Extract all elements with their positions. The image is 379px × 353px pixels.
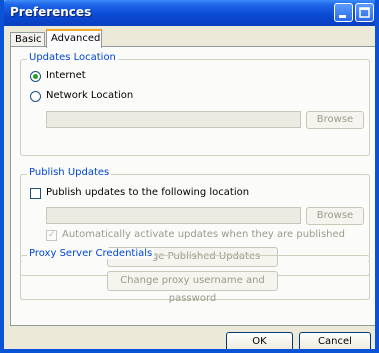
minimize-icon <box>339 15 346 18</box>
internet-label[interactable]: Internet <box>46 70 86 81</box>
network-location-label[interactable]: Network Location <box>46 90 133 101</box>
updates-location-group: Updates Location Internet Network Locati… <box>20 52 370 156</box>
ok-button[interactable]: OK <box>226 332 293 349</box>
preferences-window: Preferences Basic Advanced Updates Locat… <box>0 0 379 353</box>
publish-path-input[interactable] <box>46 207 301 224</box>
title-bar[interactable]: Preferences <box>4 0 375 26</box>
proxy-credentials-frame: Proxy Server Credentials Change proxy us… <box>20 248 370 304</box>
proxy-credentials-legend: Proxy Server Credentials <box>27 248 155 259</box>
publish-updates-label[interactable]: Publish updates to the following locatio… <box>46 187 249 198</box>
publish-browse-button[interactable]: Browse <box>306 207 364 225</box>
maximize-icon <box>359 7 370 18</box>
publish-updates-legend: Publish Updates <box>27 167 112 178</box>
radio-selected-dot <box>33 74 38 79</box>
network-location-path-input[interactable] <box>46 111 301 128</box>
checkmark-icon: ✓ <box>48 230 56 240</box>
cancel-button[interactable]: Cancel <box>299 332 371 349</box>
change-proxy-credentials-button[interactable]: Change proxy username and password <box>107 271 278 304</box>
network-location-radio[interactable] <box>30 91 41 102</box>
publish-updates-checkbox[interactable] <box>30 188 41 199</box>
auto-activate-label[interactable]: Automatically activate updates when they… <box>62 229 345 240</box>
updates-location-legend: Updates Location <box>27 52 118 63</box>
updates-browse-button[interactable]: Browse <box>306 111 364 129</box>
auto-activate-checkbox[interactable]: ✓ <box>46 230 57 241</box>
internet-radio[interactable] <box>30 71 41 82</box>
tab-advanced[interactable]: Advanced <box>46 29 102 48</box>
minimize-button[interactable] <box>334 3 353 22</box>
window-title: Preferences <box>10 5 92 19</box>
advanced-tab-page: Updates Location Internet Network Locati… <box>10 46 375 326</box>
maximize-button[interactable] <box>355 3 374 22</box>
tab-basic[interactable]: Basic <box>10 32 45 47</box>
